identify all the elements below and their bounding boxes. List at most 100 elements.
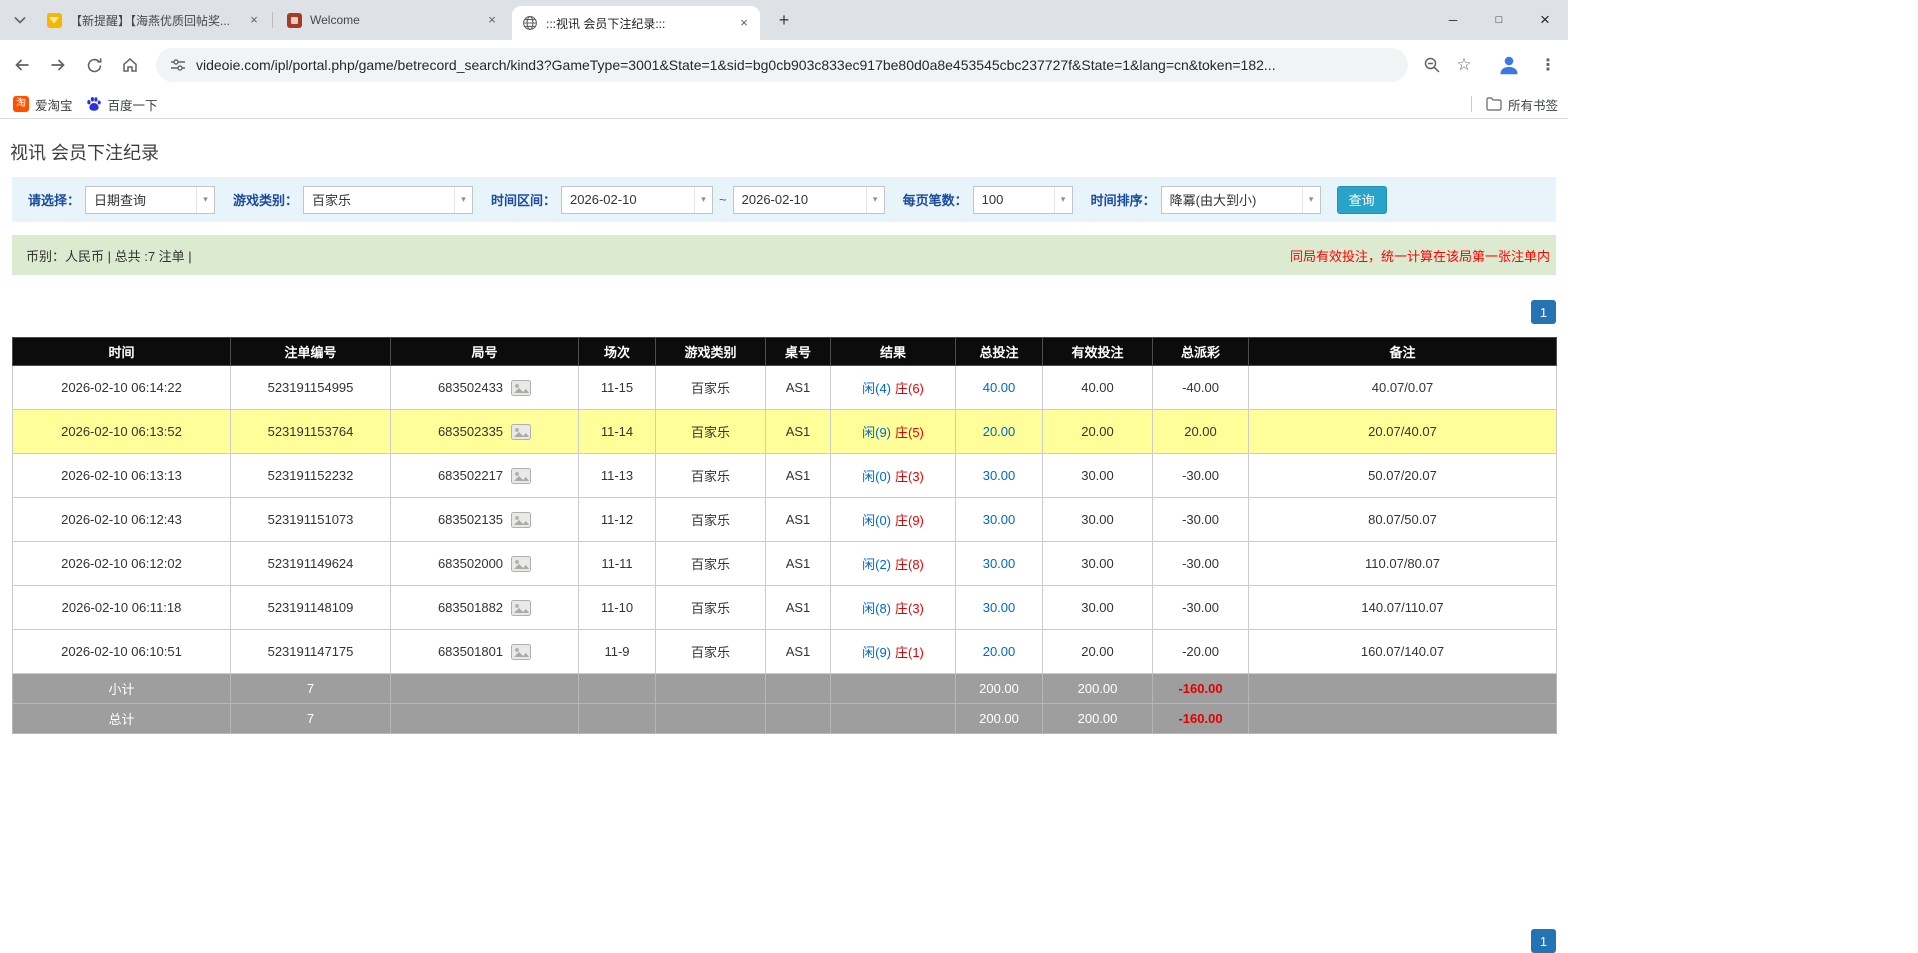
browser-menu-icon[interactable]: ⋮ bbox=[1538, 55, 1558, 75]
cell-table: AS1 bbox=[766, 454, 831, 498]
total-bet-link[interactable]: 30.00 bbox=[983, 512, 1016, 527]
browser-tab-betrecord-active[interactable]: :::视讯 会员下注纪录::: × bbox=[512, 6, 760, 40]
sort-select[interactable]: 降冪(由大到小) ▾ bbox=[1161, 186, 1321, 214]
bookmark-taobao[interactable]: 淘 爱淘宝 bbox=[13, 95, 73, 114]
table-row[interactable]: 2026-02-10 06:14:22 523191154995 6835024… bbox=[13, 366, 1557, 410]
browser-tab-welcome[interactable]: Welcome × bbox=[276, 0, 508, 40]
total-bet-link[interactable]: 30.00 bbox=[983, 468, 1016, 483]
reload-icon[interactable] bbox=[80, 51, 108, 79]
forward-icon[interactable] bbox=[44, 51, 72, 79]
round-result-image-icon[interactable] bbox=[511, 600, 531, 616]
maximize-button[interactable]: □ bbox=[1476, 0, 1522, 40]
bet-records-table: 时间 注单编号 局号 场次 游戏类别 桌号 结果 总投注 有效投注 总派彩 备注… bbox=[12, 337, 1557, 734]
col-total-bet: 总投注 bbox=[956, 338, 1043, 366]
date-range-label: 时间区间： bbox=[491, 190, 556, 209]
total-bet-link[interactable]: 30.00 bbox=[983, 556, 1016, 571]
pagination-page-1-top[interactable]: 1 bbox=[1531, 300, 1556, 324]
tab-close-icon[interactable]: × bbox=[246, 12, 262, 28]
round-number: 683502433 bbox=[438, 380, 503, 395]
date-from-input[interactable]: 2026-02-10 ▾ bbox=[561, 186, 713, 214]
cell-round: 683502217 bbox=[391, 454, 579, 498]
cell-total-bet: 30.00 bbox=[956, 586, 1043, 630]
table-row[interactable]: 2026-02-10 06:12:43 523191151073 6835021… bbox=[13, 498, 1557, 542]
browser-tab-forum[interactable]: 【新提醒】【海燕优质回帖奖... × bbox=[36, 0, 270, 40]
round-result-image-icon[interactable] bbox=[511, 424, 531, 440]
col-valid-bet: 有效投注 bbox=[1043, 338, 1153, 366]
date-to-input[interactable]: 2026-02-10 ▾ bbox=[733, 186, 885, 214]
subtotal-payout: -160.00 bbox=[1153, 674, 1249, 704]
close-button[interactable]: × bbox=[1522, 0, 1568, 40]
cell-table: AS1 bbox=[766, 630, 831, 674]
address-bar[interactable]: videoie.com/ipl/portal.php/game/betrecor… bbox=[156, 48, 1408, 82]
home-icon[interactable] bbox=[116, 51, 144, 79]
table-row[interactable]: 2026-02-10 06:13:13 523191152232 6835022… bbox=[13, 454, 1557, 498]
back-icon[interactable] bbox=[8, 51, 36, 79]
chevron-down-icon: ▾ bbox=[1054, 187, 1072, 213]
tab-close-icon[interactable]: × bbox=[484, 12, 500, 28]
cell-payout: -30.00 bbox=[1153, 586, 1249, 630]
new-tab-button[interactable]: + bbox=[772, 8, 796, 32]
cell-session: 11-10 bbox=[579, 586, 656, 630]
browser-toolbar: videoie.com/ipl/portal.php/game/betrecor… bbox=[0, 40, 1568, 90]
tab-close-icon[interactable]: × bbox=[736, 15, 752, 31]
cell-bet-id: 523191149624 bbox=[231, 542, 391, 586]
subtotal-total-bet: 200.00 bbox=[956, 674, 1043, 704]
game-type-select[interactable]: 百家乐 ▾ bbox=[303, 186, 473, 214]
game-type-label: 游戏类别： bbox=[233, 190, 298, 209]
tab-title: 【新提醒】【海燕优质回帖奖... bbox=[70, 12, 240, 29]
round-result-image-icon[interactable] bbox=[511, 556, 531, 572]
col-bet-id: 注单编号 bbox=[231, 338, 391, 366]
all-bookmarks[interactable]: 所有书签 bbox=[1471, 95, 1558, 114]
valid-bet-notice-text: 同局有效投注，统一计算在该局第一张注单内 bbox=[1290, 246, 1550, 265]
cell-bet-id: 523191154995 bbox=[231, 366, 391, 410]
table-row[interactable]: 2026-02-10 06:11:18 523191148109 6835018… bbox=[13, 586, 1557, 630]
bookmark-baidu[interactable]: 百度一下 bbox=[86, 95, 158, 114]
cell-result: 闲(4)庄(6) bbox=[831, 366, 956, 410]
subtotal-label: 小计 bbox=[13, 674, 231, 704]
currency-total-text: 币别：人民币 | 总共 :7 注单 | bbox=[26, 246, 192, 265]
chevron-down-icon: ▾ bbox=[1302, 187, 1320, 213]
cell-game: 百家乐 bbox=[656, 542, 766, 586]
result-banker: 庄(9) bbox=[895, 513, 924, 528]
cell-round: 683502433 bbox=[391, 366, 579, 410]
total-bet-link[interactable]: 40.00 bbox=[983, 380, 1016, 395]
table-row[interactable]: 2026-02-10 06:12:02 523191149624 6835020… bbox=[13, 542, 1557, 586]
cell-bet-id: 523191153764 bbox=[231, 410, 391, 454]
round-result-image-icon[interactable] bbox=[511, 380, 531, 396]
round-number: 683502000 bbox=[438, 556, 503, 571]
cell-result: 闲(9)庄(1) bbox=[831, 630, 956, 674]
minimize-button[interactable]: ─ bbox=[1430, 0, 1476, 40]
query-type-select[interactable]: 日期查询 ▾ bbox=[85, 186, 215, 214]
cell-round: 683501882 bbox=[391, 586, 579, 630]
total-bet-link[interactable]: 20.00 bbox=[983, 424, 1016, 439]
page-size-select[interactable]: 100 ▾ bbox=[973, 186, 1073, 214]
cell-session: 11-14 bbox=[579, 410, 656, 454]
zoom-icon[interactable] bbox=[1422, 56, 1442, 74]
table-row[interactable]: 2026-02-10 06:10:51 523191147175 6835018… bbox=[13, 630, 1557, 674]
search-button[interactable]: 查询 bbox=[1337, 186, 1387, 214]
result-banker: 庄(6) bbox=[895, 381, 924, 396]
cell-session: 11-12 bbox=[579, 498, 656, 542]
total-total-bet: 200.00 bbox=[956, 704, 1043, 734]
profile-avatar-icon[interactable] bbox=[1496, 52, 1522, 78]
forum-favicon-icon bbox=[46, 12, 62, 28]
bookmark-star-icon[interactable]: ☆ bbox=[1454, 55, 1474, 75]
table-row-highlighted[interactable]: 2026-02-10 06:13:52 523191153764 6835023… bbox=[13, 410, 1557, 454]
tab-title: :::视讯 会员下注纪录::: bbox=[546, 15, 730, 32]
bookmark-label: 百度一下 bbox=[108, 95, 158, 114]
round-result-image-icon[interactable] bbox=[511, 512, 531, 528]
pagination-page-1-bottom[interactable]: 1 bbox=[1531, 929, 1556, 953]
total-valid-bet: 200.00 bbox=[1043, 704, 1153, 734]
total-bet-link[interactable]: 30.00 bbox=[983, 600, 1016, 615]
total-bet-link[interactable]: 20.00 bbox=[983, 644, 1016, 659]
chevron-down-icon: ▾ bbox=[694, 187, 712, 213]
tab-search-chevron-icon[interactable] bbox=[9, 9, 31, 31]
site-settings-icon[interactable] bbox=[170, 57, 186, 73]
table-header-row: 时间 注单编号 局号 场次 游戏类别 桌号 结果 总投注 有效投注 总派彩 备注 bbox=[13, 338, 1557, 366]
cell-time: 2026-02-10 06:13:52 bbox=[13, 410, 231, 454]
cell-payout: -40.00 bbox=[1153, 366, 1249, 410]
total-payout: -160.00 bbox=[1153, 704, 1249, 734]
cell-time: 2026-02-10 06:12:43 bbox=[13, 498, 231, 542]
round-result-image-icon[interactable] bbox=[511, 644, 531, 660]
round-result-image-icon[interactable] bbox=[511, 468, 531, 484]
